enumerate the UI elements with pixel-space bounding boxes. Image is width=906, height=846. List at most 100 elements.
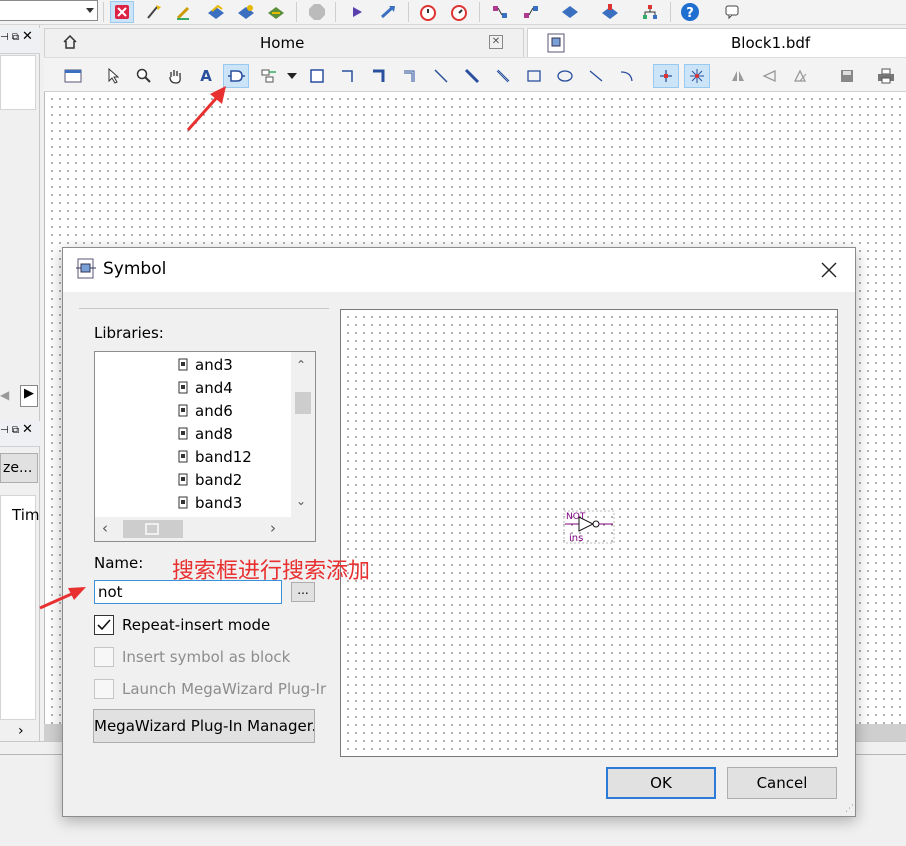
symbol-dialog-icon <box>75 257 97 285</box>
libraries-vertical-scrollbar[interactable]: ⌃ ⌄ <box>291 352 315 518</box>
tasks-button[interactable]: ze... <box>0 453 38 483</box>
library-item-label: and4 <box>195 378 233 397</box>
pin-icon[interactable]: ⊣ ⧉ <box>0 32 19 43</box>
library-item[interactable]: and3 <box>177 353 233 376</box>
libraries-tree[interactable]: and3 and4 and6 and8 band12 band2 band3 ⌃… <box>94 351 316 542</box>
panel-header: ⊣ ⧉ ✕ <box>0 28 40 54</box>
block-tool-icon[interactable] <box>304 64 330 88</box>
save-icon[interactable] <box>834 64 860 88</box>
ok-button[interactable]: OK <box>606 767 716 799</box>
library-item[interactable]: and4 <box>177 376 233 399</box>
flip-horizontal-icon[interactable] <box>725 64 751 88</box>
flip-vertical-icon[interactable] <box>756 64 782 88</box>
dialog-title: Symbol <box>103 259 167 279</box>
scrollbar-thumb[interactable] <box>123 520 183 538</box>
pin-tool-icon[interactable] <box>256 64 282 88</box>
revision-dropdown[interactable] <box>0 0 98 21</box>
close-icon[interactable]: ✕ <box>22 29 33 44</box>
stop-icon[interactable] <box>305 1 329 23</box>
insert-as-block-checkbox[interactable] <box>94 647 114 667</box>
toolbar-separator <box>670 2 671 22</box>
chip-planner-icon[interactable] <box>598 1 622 23</box>
library-item[interactable]: band12 <box>177 445 252 468</box>
analysis-icon[interactable] <box>142 1 166 23</box>
rubberbanding-icon[interactable] <box>653 64 679 88</box>
library-item-label: band12 <box>195 447 252 466</box>
scrollbar-thumb[interactable] <box>293 390 313 416</box>
not-gate-symbol: NOT ins <box>563 510 615 544</box>
line-tool-icon[interactable] <box>583 64 609 88</box>
toolbar-separator <box>335 2 336 22</box>
browse-button[interactable]: ... <box>291 582 315 602</box>
help-icon[interactable]: ? <box>678 1 702 23</box>
hierarchy-icon[interactable] <box>638 1 662 23</box>
annotation-arrow <box>39 587 86 610</box>
pin-icon[interactable]: ⊣ ⧉ <box>0 425 19 436</box>
library-item[interactable]: band2 <box>177 468 242 491</box>
orthogonal-conduit-tool-icon[interactable] <box>397 64 423 88</box>
launch-megawizard-label[interactable]: Launch MegaWizard Plug-Ir <box>122 680 326 698</box>
analysis-synthesis-icon[interactable] <box>234 1 258 23</box>
library-item-label: band2 <box>195 470 243 489</box>
close-icon[interactable]: ✕ <box>489 35 503 49</box>
netlist-viewer-icon[interactable] <box>488 1 512 23</box>
chevron-down-icon[interactable] <box>287 73 297 79</box>
tasks-list[interactable]: Tim <box>0 495 39 720</box>
fitter-icon[interactable] <box>264 1 288 23</box>
selection-tool-icon[interactable] <box>100 64 126 88</box>
detach-window-icon[interactable] <box>60 64 86 88</box>
programmer-icon[interactable] <box>558 1 582 23</box>
chevron-down-icon[interactable]: ⌄ <box>296 494 306 508</box>
zoom-tool-icon[interactable] <box>131 64 157 88</box>
play-icon[interactable] <box>345 1 369 23</box>
rectangle-tool-icon[interactable] <box>521 64 547 88</box>
library-item[interactable]: band3 <box>177 491 242 514</box>
launch-megawizard-checkbox[interactable] <box>94 679 114 699</box>
chevron-up-icon[interactable]: ⌃ <box>296 358 306 372</box>
divider <box>79 308 329 309</box>
arc-tool-icon[interactable] <box>614 64 640 88</box>
timing-analyzer-icon[interactable] <box>447 1 471 23</box>
rtl-viewer-icon[interactable] <box>519 1 543 23</box>
scroll-arrows: ◀ ▶ <box>0 383 40 409</box>
library-item[interactable]: and8 <box>177 422 233 445</box>
resize-grip-icon[interactable]: ⋰ <box>845 804 854 814</box>
stop-processing-icon[interactable] <box>110 1 134 23</box>
scroll-left-icon[interactable]: ◀ <box>0 388 9 402</box>
repeat-insert-label[interactable]: Repeat-insert mode <box>122 616 270 634</box>
main-toolbar: ? <box>0 0 906 25</box>
diagonal-node-tool-icon[interactable] <box>428 64 454 88</box>
oval-tool-icon[interactable] <box>552 64 578 88</box>
diagonal-bus-tool-icon[interactable] <box>459 64 485 88</box>
tab-home[interactable]: Home ✕ <box>44 28 524 57</box>
chevron-right-icon[interactable]: › <box>18 723 24 739</box>
megawizard-manager-button[interactable]: MegaWizard Plug-In Manager... <box>93 709 315 743</box>
partial-line-selection-icon[interactable] <box>684 64 710 88</box>
tab-block1[interactable]: Block1.bdf <box>527 28 906 57</box>
libraries-horizontal-scrollbar[interactable]: ‹ › <box>95 517 315 541</box>
step-icon[interactable] <box>376 1 400 23</box>
orthogonal-node-tool-icon[interactable] <box>335 64 361 88</box>
scroll-right-icon[interactable]: ▶ <box>20 385 38 407</box>
project-navigator[interactable] <box>0 55 36 110</box>
diagonal-conduit-tool-icon[interactable] <box>490 64 516 88</box>
name-label: Name: <box>94 554 144 572</box>
close-icon[interactable] <box>819 260 839 280</box>
chevron-right-icon[interactable]: › <box>270 519 276 537</box>
insert-as-block-label[interactable]: Insert symbol as block <box>122 648 290 666</box>
symbol-file-icon <box>178 381 188 394</box>
print-icon[interactable] <box>873 64 899 88</box>
timer-icon[interactable] <box>416 1 440 23</box>
feedback-icon[interactable] <box>720 1 744 23</box>
close-icon[interactable]: ✕ <box>22 422 33 437</box>
library-item[interactable]: and6 <box>177 399 233 422</box>
left-dock: ⊣ ⧉ ✕ ◀ ▶ ⊣ ⧉ ✕ ze... Tim › <box>0 25 40 755</box>
rotate-icon[interactable] <box>787 64 813 88</box>
toolbar-separator <box>296 2 297 22</box>
repeat-insert-checkbox[interactable] <box>94 615 114 635</box>
orthogonal-bus-tool-icon[interactable] <box>366 64 392 88</box>
chevron-left-icon[interactable]: ‹ <box>102 519 108 537</box>
compile-icon[interactable] <box>204 1 228 23</box>
cancel-button[interactable]: Cancel <box>727 767 837 799</box>
pencil-icon[interactable] <box>172 1 196 23</box>
